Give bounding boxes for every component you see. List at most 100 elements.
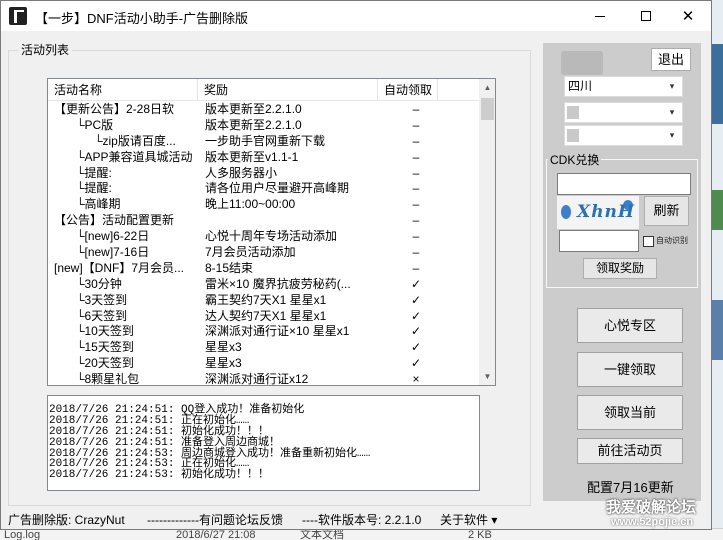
list-body: 【更新公告】2-28日软 版本更新至2.2.1.0– └PC版 版本更新至2.2.1.… (48, 102, 479, 386)
activity-auto-claim: – (412, 229, 420, 244)
activity-auto-claim: – (412, 197, 420, 212)
province-select-value: 四川 (568, 79, 593, 93)
activity-reward: 一步助手官网重新下载 (205, 133, 326, 148)
go-to-activity-page-button[interactable]: 前往活动页 (577, 438, 683, 464)
activity-reward: 星星x3 (205, 356, 242, 371)
activity-name: 【公告】活动配置更新 (54, 213, 175, 228)
activity-name: └30分钟 (76, 276, 122, 291)
activity-name: └PC版 (76, 117, 114, 132)
table-row[interactable]: └6天签到 达人契约7天X1 星星x1 ✓ (48, 309, 479, 325)
table-row[interactable]: └提醒: 人多服务器小 – (48, 166, 479, 182)
log-output[interactable]: 2018/7/26 21:24:51: QQ登入成功！准备初始化 2018/7/2… (47, 395, 480, 491)
server-select[interactable]: ▾ (564, 102, 683, 123)
table-row[interactable]: └30分钟 雷米×10 魔界抗疲劳秘药(... ✓ (48, 277, 479, 293)
activity-auto-claim: – (412, 245, 420, 260)
table-row[interactable]: └APP兼容道具城活动 版本更新至v1.1-1 – (48, 150, 479, 166)
column-header-auto-claim[interactable]: 自动领取 (378, 79, 438, 101)
scroll-up-icon[interactable]: ▲ (479, 79, 495, 96)
activity-auto-claim: – (412, 213, 420, 228)
province-select[interactable]: 四川 ▾ (564, 76, 683, 97)
captcha-code-input[interactable] (559, 230, 639, 252)
log-line: 2018/7/26 21:24:51: 准备登入周边商城！ (49, 436, 281, 449)
refresh-captcha-button[interactable]: 刷新 (644, 196, 689, 226)
table-row[interactable]: └20天签到 星星x3 ✓ (48, 356, 479, 372)
xinyue-zone-button[interactable]: 心悦专区 (577, 308, 683, 343)
claim-reward-button[interactable]: 领取奖励 (583, 258, 657, 279)
activity-reward: 版本更新至2.2.1.0 (205, 102, 302, 116)
title-bar[interactable]: 【一步】DNF活动小助手-广告删除版 ✕ (1, 1, 711, 31)
activity-auto-claim: ✓ (410, 340, 422, 355)
logout-button[interactable]: 退出 (651, 48, 691, 71)
table-row[interactable]: └[new]7-16日 7月会员活动添加 – (48, 245, 479, 261)
one-click-claim-button[interactable]: 一键领取 (577, 352, 683, 387)
activity-auto-claim: ✓ (410, 292, 422, 307)
activity-name: └3天签到 (76, 292, 128, 307)
captcha-noise (561, 205, 571, 219)
activity-name: └15天签到 (76, 340, 134, 355)
table-row[interactable]: └3天签到 霸王契约7天X1 星星x1 ✓ (48, 293, 479, 309)
table-row[interactable]: └10天签到 深渊派对通行证×10 星星x1 ✓ (48, 324, 479, 340)
activity-reward: 晚上11:00~00:00 (205, 197, 296, 212)
activity-reward: 星星x3 (205, 340, 242, 355)
about-menu[interactable]: 关于软件 ▾ (440, 511, 497, 529)
table-row[interactable]: └8颗星礼包 深渊派对通行证x12 × (48, 372, 479, 386)
activity-name: 【更新公告】2-28日软 (54, 102, 175, 116)
scroll-thumb[interactable] (481, 98, 494, 120)
activity-name: └6天签到 (76, 308, 128, 323)
activity-name: └提醒: (76, 165, 112, 180)
auto-recognize-label: 自动识别 (656, 236, 688, 245)
activity-auto-claim: – (412, 165, 420, 180)
auto-recognize-checkbox[interactable] (643, 236, 654, 247)
cdk-input[interactable] (557, 173, 691, 195)
activity-auto-claim: ✓ (410, 276, 422, 291)
scroll-down-icon[interactable]: ▼ (479, 368, 495, 385)
table-row[interactable]: 【公告】活动配置更新 – (48, 213, 479, 229)
activity-auto-claim: ✓ (410, 324, 422, 339)
table-row[interactable]: └zip版请百度... 一步助手官网重新下载 – (48, 134, 479, 150)
list-scrollbar[interactable]: ▲ ▼ (479, 79, 495, 385)
log-line: 2018/7/26 21:24:53: 初始化成功！！！ (49, 469, 270, 482)
activity-name: └8颗星礼包 (76, 372, 140, 386)
redacted-value (567, 129, 579, 142)
chevron-down-icon: ▾ (669, 130, 675, 140)
minimize-button[interactable] (577, 1, 623, 31)
table-row[interactable]: └[new]6-22日 心悦十周年专场活动添加 – (48, 229, 479, 245)
activity-auto-claim: ✓ (410, 356, 422, 371)
activity-reward: 人多服务器小 (205, 165, 278, 180)
claim-current-button[interactable]: 领取当前 (577, 395, 683, 430)
close-button[interactable]: ✕ (665, 1, 711, 31)
chevron-down-icon: ▾ (669, 107, 675, 117)
right-panel: 退出 四川 ▾ ▾ ▾ XhnH 刷新 自动识别 领取奖励 心悦专区 一键领取 … (543, 43, 701, 501)
table-row[interactable]: └PC版 版本更新至2.2.1.0 – (48, 118, 479, 134)
activity-list-title: 活动列表 (18, 41, 73, 58)
table-row[interactable]: └15天签到 星星x3 ✓ (48, 340, 479, 356)
role-select[interactable]: ▾ (564, 125, 683, 146)
activity-list[interactable]: 活动名称 奖励 自动领取 【更新公告】2-28日软 版本更新至2.2.1.0– └P… (47, 78, 496, 386)
column-header-name[interactable]: 活动名称 (48, 79, 198, 101)
activity-name: └提醒: (76, 181, 112, 196)
table-row[interactable]: [new]【DNF】7月会员... 8-15结束 – (48, 261, 479, 277)
column-header-reward[interactable]: 奖励 (198, 79, 378, 101)
table-row[interactable]: └高峰期 晚上11:00~00:00 – (48, 197, 479, 213)
activity-reward: 心悦十周年专场活动添加 (205, 229, 338, 244)
table-row[interactable]: 【更新公告】2-28日软 版本更新至2.2.1.0 – (48, 102, 479, 118)
status-feedback-link[interactable]: -------------有问题论坛反馈 (147, 511, 283, 529)
activity-reward: 8-15结束 (205, 260, 254, 275)
activity-auto-claim: – (412, 181, 420, 196)
activity-name: └[new]6-22日 (76, 229, 150, 244)
table-row[interactable]: └提醒: 请各位用户尽量避开高峰期 – (48, 181, 479, 197)
activity-reward: 请各位用户尽量避开高峰期 (205, 181, 350, 196)
captcha-image[interactable]: XhnH (557, 196, 639, 229)
activity-auto-claim: – (412, 260, 420, 275)
file-size: 2 KB (468, 529, 492, 540)
activity-auto-claim: – (412, 149, 420, 164)
avatar (561, 51, 603, 75)
file-type: 文本文档 (300, 529, 344, 540)
window-title: 【一步】DNF活动小助手-广告删除版 (35, 11, 249, 26)
activity-reward: 雷米×10 魔界抗疲劳秘药(... (205, 276, 351, 291)
activity-reward: 深渊派对通行证×10 星星x1 (205, 324, 350, 339)
activity-reward: 版本更新至2.2.1.0 (205, 117, 302, 132)
activity-reward: 7月会员活动添加 (205, 245, 296, 260)
maximize-button[interactable] (623, 1, 669, 31)
app-icon (9, 7, 27, 25)
